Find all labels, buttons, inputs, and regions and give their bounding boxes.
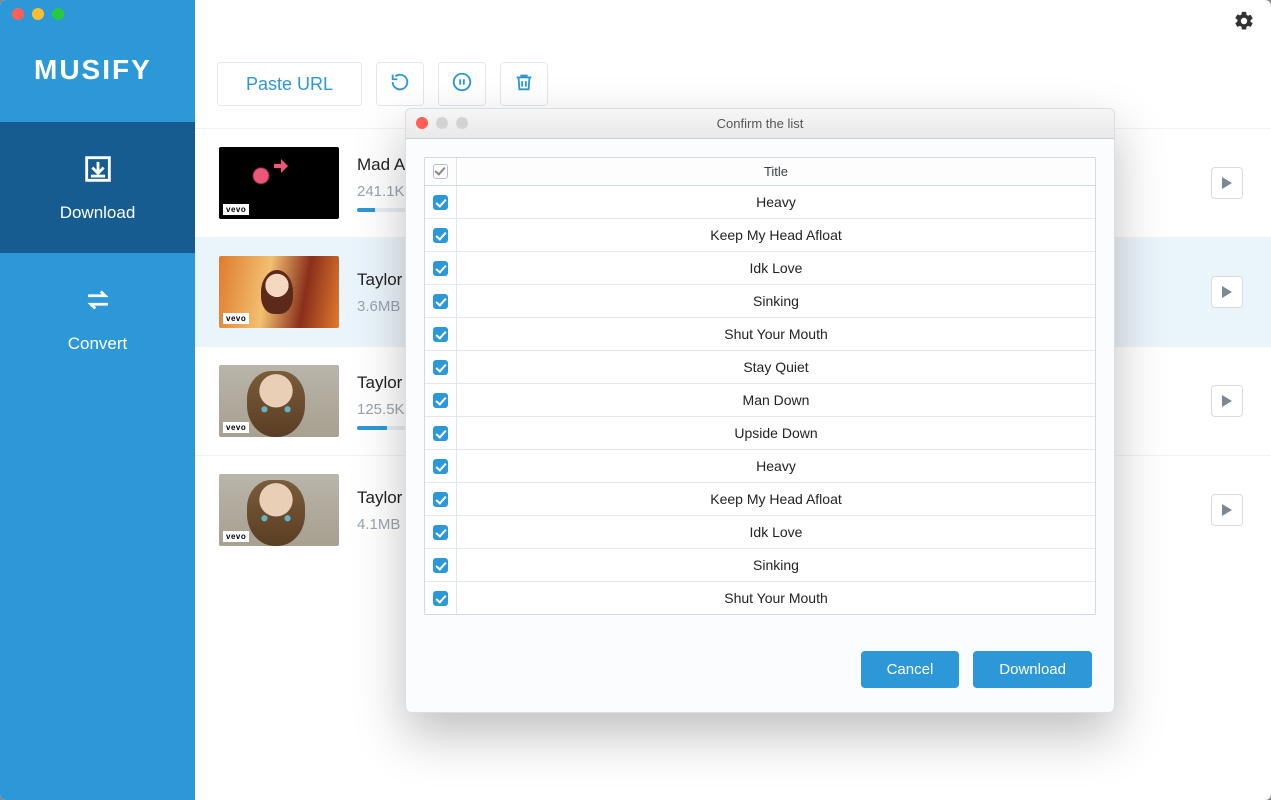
vevo-badge: vevo: [223, 422, 249, 433]
dialog-body: Title Heavy Keep My Head Afloat Idk Love…: [406, 139, 1114, 633]
select-all-checkbox[interactable]: [433, 164, 448, 179]
table-row[interactable]: Keep My Head Afloat: [425, 218, 1095, 251]
track-checkbox[interactable]: [433, 393, 448, 408]
track-title: Shut Your Mouth: [457, 582, 1095, 614]
track-checkbox[interactable]: [433, 525, 448, 540]
dialog-minimize-button: [436, 117, 448, 129]
track-checkbox[interactable]: [433, 294, 448, 309]
track-title: Upside Down: [457, 417, 1095, 449]
dialog-close-button[interactable]: [416, 117, 428, 129]
table-row[interactable]: Heavy: [425, 186, 1095, 218]
table-row[interactable]: Man Down: [425, 383, 1095, 416]
table-row[interactable]: Idk Love: [425, 251, 1095, 284]
trash-icon: [513, 71, 535, 98]
table-row[interactable]: Sinking: [425, 284, 1095, 317]
table-row[interactable]: Shut Your Mouth: [425, 581, 1095, 614]
video-thumbnail: vevo: [219, 474, 339, 546]
zoom-window-button[interactable]: [52, 8, 64, 20]
sidebar-item-label: Convert: [68, 334, 128, 354]
track-title: Heavy: [457, 186, 1095, 218]
paste-url-button[interactable]: Paste URL: [217, 62, 362, 106]
track-title: Keep My Head Afloat: [457, 483, 1095, 515]
track-checkbox[interactable]: [433, 195, 448, 210]
play-button[interactable]: [1211, 167, 1243, 199]
undo-icon: [389, 71, 411, 98]
download-icon: [81, 152, 115, 191]
convert-icon: [81, 283, 115, 322]
track-title: Heavy: [457, 450, 1095, 482]
dialog-title: Confirm the list: [717, 116, 804, 131]
track-title: Shut Your Mouth: [457, 318, 1095, 350]
track-checkbox[interactable]: [433, 558, 448, 573]
track-checkbox[interactable]: [433, 459, 448, 474]
video-thumbnail: vevo: [219, 147, 339, 219]
dialog-titlebar: Confirm the list: [406, 109, 1114, 139]
minimize-window-button[interactable]: [32, 8, 44, 20]
settings-button[interactable]: [1233, 10, 1255, 32]
cancel-button[interactable]: Cancel: [861, 651, 960, 688]
dialog-footer: Cancel Download: [406, 633, 1114, 712]
play-button[interactable]: [1211, 494, 1243, 526]
track-checkbox[interactable]: [433, 261, 448, 276]
pause-button[interactable]: [438, 62, 486, 106]
vevo-badge: vevo: [223, 204, 249, 215]
track-checkbox[interactable]: [433, 228, 448, 243]
track-checkbox[interactable]: [433, 360, 448, 375]
track-checkbox[interactable]: [433, 426, 448, 441]
brand-logo: MUSIFY: [0, 40, 195, 122]
sidebar-item-label: Download: [60, 203, 136, 223]
vevo-badge: vevo: [223, 313, 249, 324]
dialog-zoom-button: [456, 117, 468, 129]
app-window: MUSIFY Download Convert Paste URL vevo M…: [0, 0, 1271, 800]
table-row[interactable]: Keep My Head Afloat: [425, 482, 1095, 515]
track-checkbox[interactable]: [433, 492, 448, 507]
retry-button[interactable]: [376, 62, 424, 106]
table-row[interactable]: Upside Down: [425, 416, 1095, 449]
track-title: Keep My Head Afloat: [457, 219, 1095, 251]
confirm-list-dialog: Confirm the list Title Heavy Keep My Hea…: [405, 108, 1115, 713]
track-checkbox[interactable]: [433, 327, 448, 342]
sidebar: MUSIFY Download Convert: [0, 0, 195, 800]
track-checkbox[interactable]: [433, 591, 448, 606]
track-title: Sinking: [457, 285, 1095, 317]
table-body[interactable]: Heavy Keep My Head Afloat Idk Love Sinki…: [425, 186, 1095, 614]
video-thumbnail: vevo: [219, 256, 339, 328]
table-row[interactable]: Heavy: [425, 449, 1095, 482]
pause-icon: [451, 71, 473, 98]
table-header: Title: [425, 158, 1095, 186]
track-title: Stay Quiet: [457, 351, 1095, 383]
delete-button[interactable]: [500, 62, 548, 106]
track-title: Man Down: [457, 384, 1095, 416]
window-traffic-lights: [12, 8, 64, 20]
table-row[interactable]: Idk Love: [425, 515, 1095, 548]
table-row[interactable]: Sinking: [425, 548, 1095, 581]
play-button[interactable]: [1211, 276, 1243, 308]
play-button[interactable]: [1211, 385, 1243, 417]
close-window-button[interactable]: [12, 8, 24, 20]
vevo-badge: vevo: [223, 531, 249, 542]
sidebar-item-download[interactable]: Download: [0, 122, 195, 253]
track-table: Title Heavy Keep My Head Afloat Idk Love…: [424, 157, 1096, 615]
download-button[interactable]: Download: [973, 651, 1092, 688]
track-title: Sinking: [457, 549, 1095, 581]
column-header-title: Title: [457, 158, 1095, 185]
sidebar-item-convert[interactable]: Convert: [0, 253, 195, 384]
video-thumbnail: vevo: [219, 365, 339, 437]
track-title: Idk Love: [457, 516, 1095, 548]
table-row[interactable]: Shut Your Mouth: [425, 317, 1095, 350]
table-row[interactable]: Stay Quiet: [425, 350, 1095, 383]
track-title: Idk Love: [457, 252, 1095, 284]
